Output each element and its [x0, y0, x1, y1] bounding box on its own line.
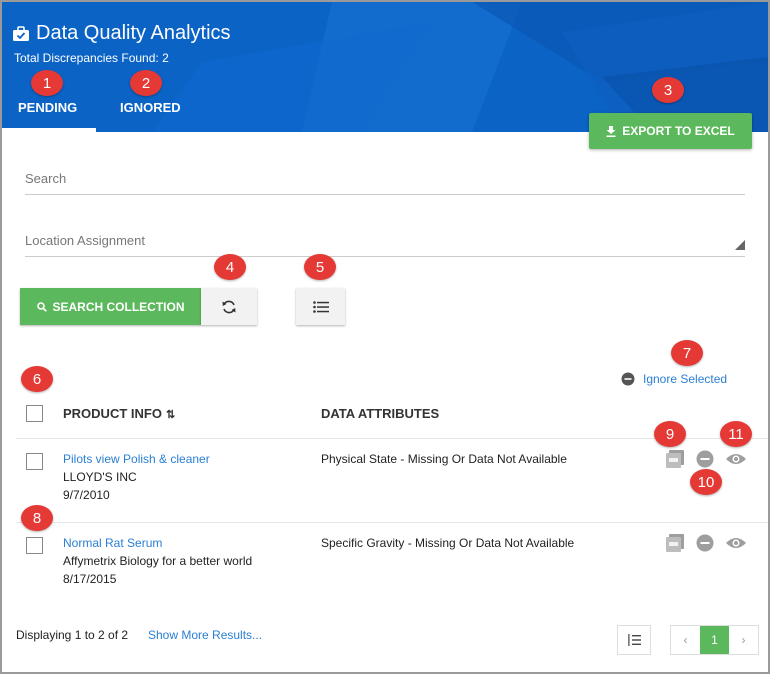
refresh-button[interactable]: [201, 288, 257, 325]
page-title-text: Data Quality Analytics: [36, 22, 231, 44]
product-link[interactable]: Pilots view Polish & cleaner: [63, 452, 210, 466]
view-eye-icon[interactable]: [725, 452, 747, 466]
callout-badge-9: 9: [654, 421, 686, 447]
callout-badge-5: 5: [304, 254, 336, 280]
dropdown-arrow-icon: [735, 240, 745, 250]
callout-badge-2: 2: [130, 70, 162, 96]
active-tab-indicator: [2, 128, 96, 132]
ignore-selected-button[interactable]: Ignore Selected: [621, 372, 727, 386]
search-input[interactable]: Search: [25, 165, 745, 195]
callout-badge-6: 6: [21, 366, 53, 392]
page-size-button[interactable]: [617, 625, 651, 655]
data-attribute: Physical State - Missing Or Data Not Ava…: [321, 452, 567, 466]
location-placeholder: Location Assignment: [25, 233, 145, 248]
results-count: Displaying 1 to 2 of 2: [16, 628, 129, 642]
app-frame: Data Quality Analytics Total Discrepanci…: [0, 0, 770, 674]
product-date: 9/7/2010: [63, 488, 110, 502]
data-attribute: Specific Gravity - Missing Or Data Not A…: [321, 536, 575, 550]
callout-badge-3: 3: [652, 77, 684, 103]
table-row-divider: [16, 522, 768, 523]
rows-per-page-icon: [628, 634, 641, 646]
prev-page-button[interactable]: ‹: [671, 626, 700, 654]
download-icon: [606, 125, 616, 137]
callout-badge-11: 11: [720, 421, 752, 447]
page-1-button[interactable]: 1: [700, 626, 729, 654]
location-assignment-select[interactable]: Location Assignment: [25, 227, 745, 257]
tab-pending[interactable]: PENDING: [18, 100, 77, 115]
ignore-icon[interactable]: [696, 450, 714, 468]
company-name: LLOYD'S INC: [63, 470, 137, 484]
callout-badge-7: 7: [671, 340, 703, 366]
row-checkbox[interactable]: [26, 537, 43, 554]
export-button-label: EXPORT TO EXCEL: [622, 124, 735, 138]
briefcase-check-icon: [13, 25, 29, 41]
search-button-label: SEARCH COLLECTION: [52, 299, 185, 314]
view-eye-icon[interactable]: [725, 536, 747, 550]
column-header-data-attributes: DATA ATTRIBUTES: [321, 406, 440, 421]
ignore-selected-label: Ignore Selected: [643, 372, 728, 386]
pdf-icon[interactable]: [666, 534, 684, 552]
product-link[interactable]: Normal Rat Serum: [63, 536, 162, 550]
pdf-icon[interactable]: [666, 450, 684, 468]
sort-icon[interactable]: ⇅: [166, 409, 175, 421]
search-collection-button[interactable]: SEARCH COLLECTION: [20, 288, 201, 325]
product-info-header-label: PRODUCT INFO: [63, 406, 162, 421]
minus-circle-icon: [621, 372, 635, 386]
company-name: Affymetrix Biology for a better world: [63, 554, 253, 568]
page-title: Data Quality Analytics: [12, 22, 231, 45]
callout-badge-1: 1: [31, 70, 63, 96]
list-view-button[interactable]: [296, 288, 345, 325]
tab-ignored[interactable]: IGNORED: [120, 100, 181, 115]
product-date: 8/17/2015: [63, 572, 117, 586]
callout-badge-10: 10: [690, 469, 722, 495]
list-icon: [312, 300, 329, 313]
row-checkbox[interactable]: [26, 453, 43, 470]
search-placeholder: Search: [25, 171, 67, 186]
callout-badge-4: 4: [214, 254, 246, 280]
select-all-checkbox[interactable]: [26, 405, 43, 422]
show-more-results-link[interactable]: Show More Results...: [148, 628, 262, 642]
export-to-excel-button[interactable]: EXPORT TO EXCEL: [589, 113, 752, 149]
refresh-icon: [222, 300, 236, 313]
callout-badge-8: 8: [21, 505, 53, 531]
next-page-button[interactable]: ›: [729, 626, 758, 654]
discrepancy-count: Total Discrepancies Found: 2: [14, 51, 169, 65]
ignore-icon[interactable]: [696, 534, 714, 552]
search-icon: [36, 301, 47, 312]
pagination: ‹ 1 ›: [670, 625, 759, 655]
column-header-product-info[interactable]: PRODUCT INFO ⇅: [63, 406, 175, 421]
